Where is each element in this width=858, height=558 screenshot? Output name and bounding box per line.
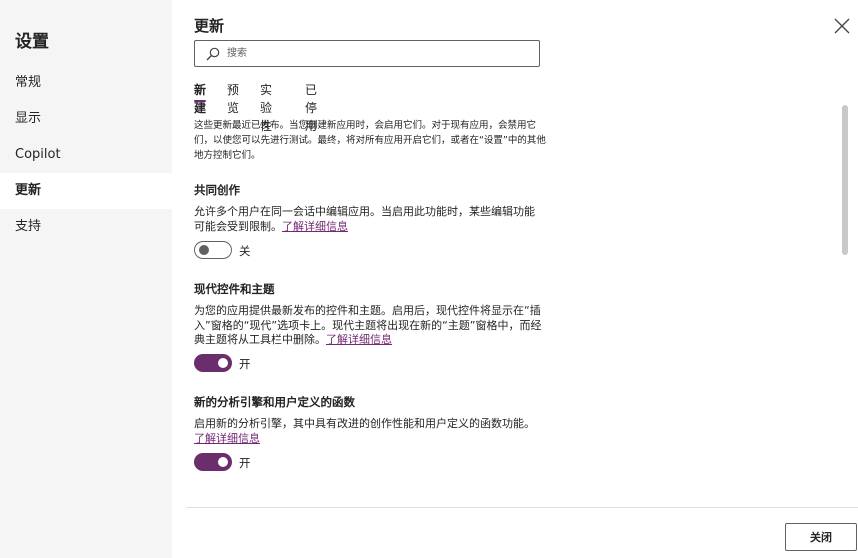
sidebar-item-general[interactable]: 常规 (0, 65, 172, 101)
settings-sidebar: 设置 常规 显示 Copilot 更新 支持 (0, 0, 172, 558)
analysis-engine-description-text: 启用新的分析引擎，其中具有改进的创作性能和用户定义的函数功能。 (194, 417, 535, 430)
analysis-engine-toggle[interactable] (194, 453, 232, 471)
tab-retired[interactable]: 已停用 (305, 81, 317, 133)
toggle-knob (218, 457, 228, 467)
close-button[interactable]: 关闭 (785, 523, 857, 551)
tab-preview[interactable]: 预览 (227, 81, 239, 115)
analysis-engine-learn-more-link[interactable]: 了解详细信息 (194, 432, 260, 445)
page-title: 更新 (194, 17, 225, 35)
close-icon[interactable] (832, 16, 852, 36)
search-icon (206, 47, 220, 61)
coauthoring-title: 共同创作 (194, 183, 240, 197)
modern-controls-learn-more-link[interactable]: 了解详细信息 (326, 333, 392, 346)
footer-divider (186, 507, 858, 508)
tab-new[interactable]: 新建 (194, 81, 207, 115)
sidebar-item-support[interactable]: 支持 (0, 209, 172, 245)
tab-experimental[interactable]: 实验性 (260, 81, 272, 133)
coauthoring-toggle[interactable] (194, 241, 232, 259)
modern-controls-title: 现代控件和主题 (194, 282, 275, 296)
toggle-knob (218, 358, 228, 368)
coauthoring-description: 允许多个用户在同一会话中编辑应用。当启用此功能时，某些编辑功能可能会受到限制。了… (194, 205, 544, 234)
search-box[interactable] (194, 40, 540, 67)
updates-intro-text: 这些更新最近已发布。当您创建新应用时，会启用它们。对于现有应用，会禁用它们，以使… (194, 120, 546, 161)
modern-controls-description: 为您的应用提供最新发布的控件和主题。启用后，现代控件将显示在“插入”窗格的“现代… (194, 304, 544, 348)
analysis-engine-title: 新的分析引擎和用户定义的函数 (194, 395, 355, 409)
modern-controls-toggle-label: 开 (239, 357, 251, 371)
sidebar-item-updates[interactable]: 更新 (0, 173, 172, 209)
sidebar-title: 设置 (15, 32, 49, 52)
toggle-knob (199, 245, 209, 255)
sidebar-item-display[interactable]: 显示 (0, 101, 172, 137)
sidebar-nav: 常规 显示 Copilot 更新 支持 (0, 65, 172, 245)
modern-controls-toggle[interactable] (194, 354, 232, 372)
updates-content: 这些更新最近已发布。当您创建新应用时，会启用它们。对于现有应用，会禁用它们，以使… (172, 105, 842, 505)
settings-main-panel: 更新 新建 预览 实验性 已停用 这些更新最近已发布。当您创建新应用时，会启用它… (172, 0, 858, 558)
content-scrollbar[interactable] (842, 105, 848, 255)
coauthoring-toggle-label: 关 (239, 244, 251, 258)
sidebar-item-copilot[interactable]: Copilot (0, 137, 172, 173)
analysis-engine-description: 启用新的分析引擎，其中具有改进的创作性能和用户定义的函数功能。了解详细信息 (194, 417, 544, 446)
coauthoring-learn-more-link[interactable]: 了解详细信息 (282, 220, 348, 233)
search-input[interactable] (227, 44, 527, 63)
coauthoring-description-text: 允许多个用户在同一会话中编辑应用。当启用此功能时，某些编辑功能可能会受到限制。 (194, 205, 535, 233)
analysis-engine-toggle-label: 开 (239, 456, 251, 470)
